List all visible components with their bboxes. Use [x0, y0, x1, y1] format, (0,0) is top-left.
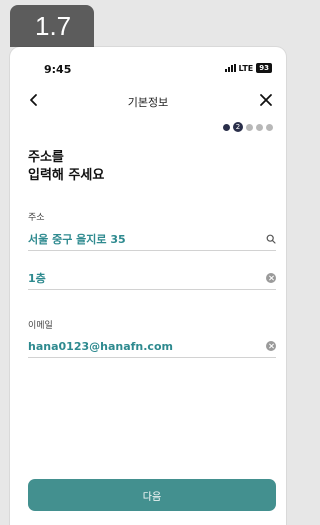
heading-line1: 주소를: [28, 150, 64, 165]
step-dot: [266, 123, 273, 131]
status-time: 9:45: [44, 63, 72, 76]
status-indicators: LTE 93: [224, 63, 272, 73]
step-dot-current: 2: [233, 122, 243, 132]
heading-line2: 입력해 주세요: [28, 168, 105, 183]
step-badge: 1.7: [10, 5, 94, 47]
address-value: 서울 중구 을지로 35: [28, 233, 126, 246]
signal-icon: [224, 64, 236, 72]
email-value: hana0123@hanafn.com: [28, 339, 173, 353]
address-detail-field[interactable]: 1층: [28, 267, 276, 290]
email-field[interactable]: hana0123@hanafn.com: [28, 335, 276, 358]
address-label: 주소: [28, 213, 45, 223]
close-icon[interactable]: [258, 92, 274, 108]
clear-icon[interactable]: [266, 341, 276, 351]
step-dot: [223, 123, 230, 131]
next-button[interactable]: 다음: [28, 479, 276, 511]
step-dot: [256, 123, 263, 131]
search-icon[interactable]: [266, 234, 276, 244]
address-detail-value: 1층: [28, 272, 46, 285]
page-title: 기본정보: [127, 96, 169, 109]
step-progress: 2: [223, 122, 273, 132]
clear-icon[interactable]: [266, 273, 276, 283]
phone-screen: 9:45 LTE 93 기본정보 2 주소를 입력해 주세요 주소 서울 중구 …: [10, 47, 286, 525]
step-dot: [246, 123, 253, 131]
page-heading: 주소를 입력해 주세요: [28, 149, 104, 185]
address-field[interactable]: 서울 중구 을지로 35: [28, 228, 276, 251]
step-badge-label: 1.7: [35, 10, 72, 41]
network-label: LTE: [238, 63, 254, 73]
battery-icon: 93: [256, 63, 272, 73]
email-label: 이메일: [28, 321, 53, 331]
